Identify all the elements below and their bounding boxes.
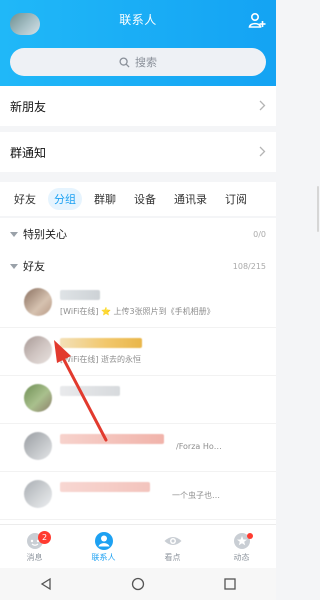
system-nav-bar: [0, 568, 276, 600]
search-placeholder: 搜索: [135, 56, 157, 69]
collapse-triangle-icon: [10, 263, 18, 269]
new-friends-entry[interactable]: 新朋友: [0, 86, 276, 126]
contact-row[interactable]: 一个虫子也…: [0, 472, 276, 520]
contact-status: [WiFi在线] ⭐ 上传3张照片到《手机相册》: [60, 307, 215, 316]
nav-discover[interactable]: 看点: [138, 525, 207, 568]
tab-group-chats[interactable]: 群聊: [88, 188, 122, 210]
contact-row[interactable]: /Forza Ho…: [0, 424, 276, 472]
contact-avatar: [24, 432, 52, 460]
scrollbar[interactable]: [317, 186, 319, 232]
tab-address-book[interactable]: 通讯录: [168, 188, 213, 210]
contact-row[interactable]: [WiFi在线] 逝去的永恒: [0, 328, 276, 376]
nav-contacts[interactable]: 联系人: [69, 525, 138, 568]
entry-list-2: 群通知: [0, 132, 276, 172]
recents-icon[interactable]: [223, 577, 237, 591]
chevron-right-icon: [259, 146, 266, 157]
contact-name-redacted: [60, 386, 120, 396]
back-icon[interactable]: [39, 577, 53, 591]
nav-label: 动态: [233, 552, 250, 562]
tab-groups[interactable]: 分组: [48, 188, 82, 210]
contact-name-redacted: [60, 482, 150, 492]
nav-moments[interactable]: 动态: [207, 525, 276, 568]
contact-row[interactable]: [WiFi在线] ⭐ 上传3张照片到《手机相册》: [0, 280, 276, 328]
nav-label: 联系人: [91, 552, 116, 562]
nav-messages[interactable]: 2 消息: [0, 525, 69, 568]
search-bar[interactable]: 搜索: [10, 48, 266, 76]
contact-avatar: [24, 288, 52, 316]
collapse-triangle-icon: [10, 231, 18, 237]
group-count: 108/215: [232, 261, 266, 271]
contact-status: /Forza Ho…: [176, 442, 222, 451]
contact-status: [WiFi在线] 逝去的永恒: [60, 355, 141, 364]
contact-tabs: 好友 分组 群聊 设备 通讯录 订阅: [0, 182, 276, 216]
home-icon[interactable]: [131, 577, 145, 591]
notification-dot: [247, 533, 253, 539]
contact-avatar: [24, 336, 52, 364]
bottom-nav: 2 消息 联系人 看点 动态: [0, 524, 276, 568]
group-count: 0/0: [253, 229, 266, 239]
new-friends-label: 新朋友: [10, 99, 47, 114]
group-notification-label: 群通知: [10, 145, 47, 160]
contact-name-redacted: [60, 434, 164, 444]
unread-badge: 2: [38, 531, 51, 544]
group-label: 好友: [23, 260, 45, 273]
search-icon: [119, 56, 130, 68]
chevron-right-icon: [259, 100, 266, 111]
tab-friends[interactable]: 好友: [8, 188, 42, 210]
nav-label: 消息: [26, 552, 43, 562]
page-title: 联系人: [119, 13, 157, 27]
eye-icon: [164, 536, 181, 545]
contact-row[interactable]: [0, 376, 276, 424]
entry-list: 新朋友: [0, 86, 276, 126]
group-special-care[interactable]: 特别关心 0/0: [0, 218, 276, 250]
tab-devices[interactable]: 设备: [128, 188, 162, 210]
tab-subscriptions[interactable]: 订阅: [219, 188, 253, 210]
contact-avatar: [24, 384, 52, 412]
contact-list: [WiFi在线] ⭐ 上传3张照片到《手机相册》 [WiFi在线] 逝去的永恒 …: [0, 280, 276, 524]
contact-avatar: [24, 480, 52, 508]
contacts-icon: [94, 531, 113, 550]
group-friends[interactable]: 好友 108/215: [0, 250, 276, 282]
group-label: 特别关心: [23, 228, 67, 241]
nav-label: 看点: [164, 552, 181, 562]
header-bar: 联系人 搜索: [0, 0, 276, 86]
contact-name-redacted: [60, 290, 100, 300]
add-friend-icon[interactable]: [248, 12, 266, 30]
contact-status: 一个虫子也…: [172, 491, 220, 500]
group-notification-entry[interactable]: 群通知: [0, 132, 276, 172]
contact-name-redacted: [60, 338, 142, 348]
